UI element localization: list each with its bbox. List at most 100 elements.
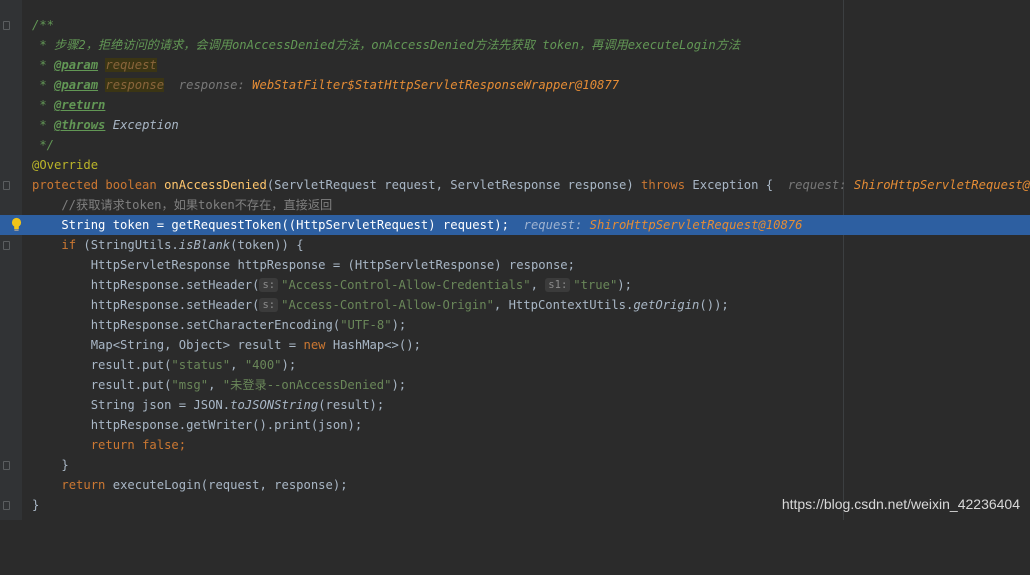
line-text: HttpServletResponse httpResponse = (Http… (32, 258, 575, 272)
exception-name: Exception (112, 118, 179, 132)
fold-marker-icon[interactable] (3, 21, 10, 30)
static-method: toJSONString (230, 398, 319, 412)
method-name: onAccessDenied (164, 178, 267, 192)
code-text: result.put( (32, 378, 172, 392)
code-line-17[interactable]: Map<String, Object> result = new HashMap… (0, 335, 1030, 355)
line-text: } (32, 498, 40, 512)
lightbulb-icon[interactable] (11, 217, 22, 233)
code-line-16[interactable]: httpResponse.setCharacterEncoding("UTF-8… (0, 315, 1030, 335)
string-literal: "UTF-8" (340, 318, 392, 332)
code-text: ); (391, 378, 407, 392)
code-line-13[interactable]: HttpServletResponse httpResponse = (Http… (0, 255, 1030, 275)
code-line-3[interactable]: * @param request (0, 55, 1030, 75)
param-name: response (105, 78, 165, 92)
code-line-24[interactable]: return executeLogin(request, response); (0, 475, 1030, 495)
code-text: Map<String, Object> result = (32, 338, 304, 352)
fold-marker-icon[interactable] (3, 501, 10, 510)
keyword: if (61, 238, 77, 252)
code-line-11-current[interactable]: String token = getRequestToken((HttpServ… (0, 215, 1030, 235)
throws-clause: Exception { (685, 178, 774, 192)
param-name: request (105, 58, 157, 72)
keyword: return false (90, 438, 179, 452)
line-comment: //获取请求token，如果token不存在，直接返回 (32, 198, 333, 212)
keyword: protected boolean (32, 178, 157, 192)
code-line-10[interactable]: //获取请求token，如果token不存在，直接返回 (0, 195, 1030, 215)
code-text: , HttpContextUtils. (493, 298, 634, 312)
doc-prefix: * (32, 78, 55, 92)
line-text: httpResponse.getWriter().print(json); (32, 418, 363, 432)
string-literal: "Access-Control-Allow-Origin" (281, 298, 494, 312)
code-text: executeLogin(request, response); (105, 478, 348, 492)
doc-tag: @return (54, 98, 106, 112)
code-text: ); (391, 318, 407, 332)
inlay-hint-name: response: (178, 78, 245, 92)
line-text: /** (32, 18, 55, 32)
code-text: httpResponse.setHeader( (32, 278, 260, 292)
inlay-hint-value: WebStatFilter$StatHttpServletResponseWra… (252, 78, 620, 92)
code-line-1[interactable]: /** (0, 15, 1030, 35)
code-line-7[interactable]: */ (0, 135, 1030, 155)
param-hint-chip: s: (259, 278, 279, 292)
code-line-12[interactable]: if (StringUtils.isBlank(token)) { (0, 235, 1030, 255)
doc-prefix: * (32, 118, 55, 132)
static-method: getOrigin (633, 298, 700, 312)
code-line-21[interactable]: httpResponse.getWriter().print(json); (0, 415, 1030, 435)
code-line-2[interactable]: * 步骤2，拒绝访问的请求，会调用onAccessDenied方法，onAcce… (0, 35, 1030, 55)
code-line-9[interactable]: protected boolean onAccessDenied(Servlet… (0, 175, 1030, 195)
code-text: result.put( (32, 358, 172, 372)
keyword: new (303, 338, 326, 352)
code-text: (result); (318, 398, 385, 412)
code-text: (StringUtils. (76, 238, 179, 252)
fold-marker-icon[interactable] (3, 241, 10, 250)
line-text: String token = getRequestToken((HttpServ… (32, 218, 509, 232)
watermark-url: https://blog.csdn.net/weixin_42236404 (781, 496, 1020, 512)
inlay-hint-value: ShiroHttpServletRequest@10876 (853, 178, 1030, 192)
line-text: * 步骤2，拒绝访问的请求，会调用onAccessDenied方法，onAcce… (32, 38, 741, 52)
code-text: ); (617, 278, 632, 292)
fold-marker-icon[interactable] (3, 461, 10, 470)
code-line-20[interactable]: String json = JSON.toJSONString(result); (0, 395, 1030, 415)
keyword: return (61, 478, 106, 492)
doc-tag: @param (54, 78, 99, 92)
inlay-hint-value: ShiroHttpServletRequest@10876 (589, 218, 803, 232)
code-editor[interactable]: /** * 步骤2，拒绝访问的请求，会调用onAccessDenied方法，on… (0, 0, 1030, 520)
inlay-hint-name: request: (787, 178, 847, 192)
keyword: throws (641, 178, 686, 192)
code-line-5[interactable]: * @return (0, 95, 1030, 115)
code-text: ); (281, 358, 297, 372)
code-text: ()); (699, 298, 729, 312)
code-text: , (208, 378, 223, 392)
string-literal: "未登录--onAccessDenied" (222, 378, 392, 392)
inlay-hint-name: request: (523, 218, 583, 232)
string-literal: "Access-Control-Allow-Credentials" (281, 278, 531, 292)
string-literal: "status" (171, 358, 231, 372)
code-text: httpResponse.setHeader( (32, 298, 260, 312)
code-text: HashMap<>(); (325, 338, 421, 352)
string-literal: "400" (244, 358, 282, 372)
code-line-6[interactable]: * @throws Exception (0, 115, 1030, 135)
code-text: httpResponse.setCharacterEncoding( (32, 318, 341, 332)
code-line-19[interactable]: result.put("msg", "未登录--onAccessDenied")… (0, 375, 1030, 395)
override-annotation: @Override (32, 158, 99, 172)
param-hint-chip: s1: (545, 278, 571, 292)
param-hint-chip: s: (259, 298, 279, 312)
code-line-15[interactable]: httpResponse.setHeader(s: "Access-Control… (0, 295, 1030, 315)
code-line-14[interactable]: httpResponse.setHeader(s: "Access-Control… (0, 275, 1030, 295)
code-text: (token)) { (230, 238, 304, 252)
code-line-23[interactable]: } (0, 455, 1030, 475)
code-text: , (530, 278, 546, 292)
code-text: String json = JSON. (32, 398, 231, 412)
code-line-4[interactable]: * @param response response: WebStatFilte… (0, 75, 1030, 95)
code-line-22[interactable]: return false; (0, 435, 1030, 455)
doc-tag: @throws (54, 118, 106, 132)
fold-marker-icon[interactable] (3, 181, 10, 190)
code-line-8[interactable]: @Override (0, 155, 1030, 175)
doc-tag: @param (54, 58, 99, 72)
line-text: } (32, 458, 69, 472)
code-line-18[interactable]: result.put("status", "400"); (0, 355, 1030, 375)
string-literal: "msg" (171, 378, 209, 392)
line-text: */ (32, 138, 55, 152)
